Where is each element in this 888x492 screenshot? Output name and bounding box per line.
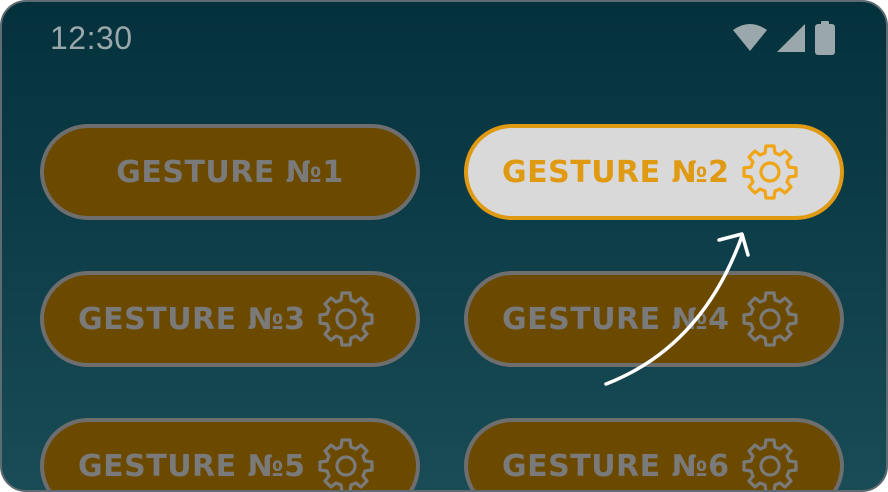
gesture-6-button[interactable]: GESTURE №6 bbox=[464, 418, 844, 492]
gesture-4-button[interactable]: GESTURE №4 bbox=[464, 271, 844, 367]
gesture-2-label: GESTURE №2 bbox=[502, 154, 730, 190]
gear-icon[interactable] bbox=[740, 436, 800, 492]
wifi-icon bbox=[733, 24, 767, 51]
swipe-arrow-icon bbox=[604, 232, 750, 386]
gesture-4-label: GESTURE №4 bbox=[502, 301, 730, 337]
gear-icon[interactable] bbox=[740, 289, 800, 349]
status-icons bbox=[732, 21, 836, 55]
gear-icon[interactable] bbox=[316, 436, 376, 492]
gesture-6-label: GESTURE №6 bbox=[502, 448, 730, 484]
gesture-5-button[interactable]: GESTURE №5 bbox=[40, 418, 420, 492]
battery-icon bbox=[815, 21, 835, 55]
gear-icon[interactable] bbox=[316, 289, 376, 349]
status-bar: 12:30 bbox=[2, 2, 886, 74]
gesture-2-button[interactable]: GESTURE №2 bbox=[464, 124, 844, 220]
gesture-3-label: GESTURE №3 bbox=[78, 301, 306, 337]
gear-icon[interactable] bbox=[740, 142, 800, 202]
status-time: 12:30 bbox=[50, 20, 133, 56]
phone-screen: 12:30 GESTURE №1 GESTURE №2 GESTURE №3 G… bbox=[0, 0, 888, 492]
gesture-3-button[interactable]: GESTURE №3 bbox=[40, 271, 420, 367]
cellular-signal-icon bbox=[777, 24, 805, 52]
gesture-5-label: GESTURE №5 bbox=[78, 448, 306, 484]
gesture-1-button[interactable]: GESTURE №1 bbox=[40, 124, 420, 220]
gesture-1-label: GESTURE №1 bbox=[116, 154, 344, 190]
